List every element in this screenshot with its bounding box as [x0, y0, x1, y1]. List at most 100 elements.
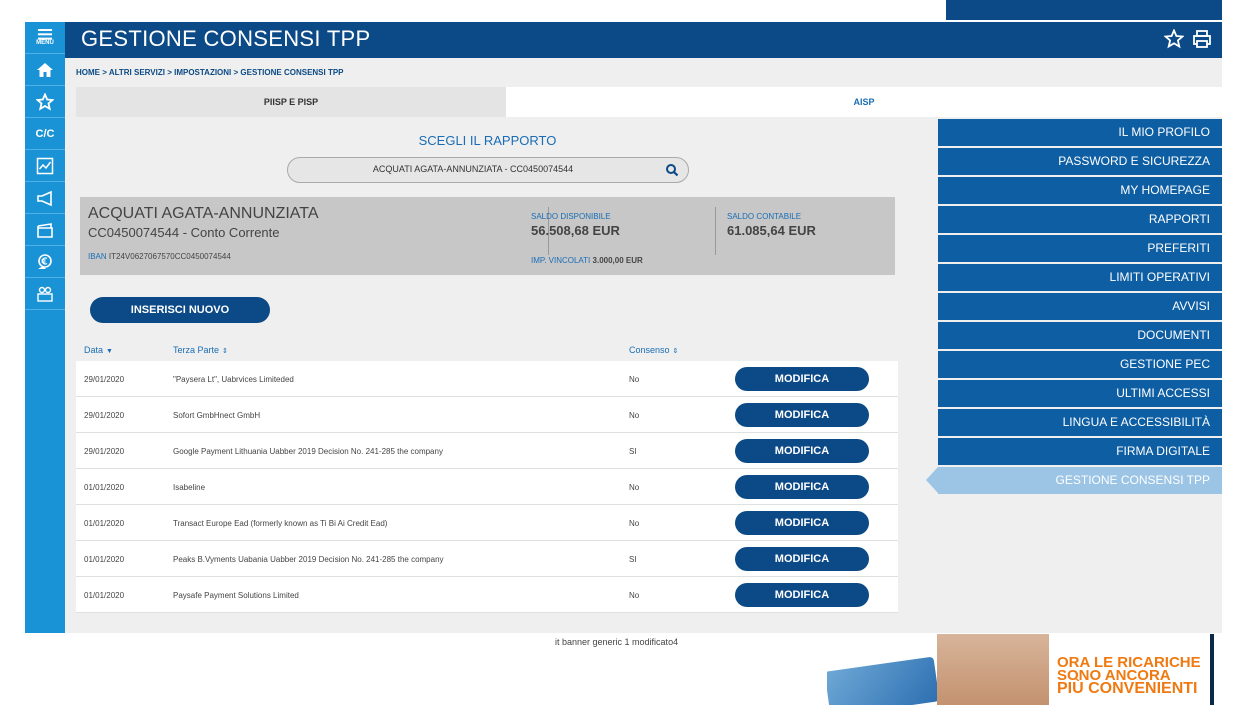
- table-row: 01/01/2020 Isabeline No MODIFICA: [76, 469, 898, 505]
- people-button[interactable]: [25, 278, 65, 310]
- chart-icon: [36, 157, 54, 174]
- row-date: 01/01/2020: [84, 591, 125, 600]
- saldo-contabile-value: 61.085,64 EUR: [727, 223, 816, 238]
- banner-alt-text: it banner generic 1 modificato4: [555, 637, 679, 647]
- account-name: ACQUATI AGATA-ANNUNZIATA: [88, 205, 319, 222]
- account-selector-value: ACQUATI AGATA-ANNUNZIATA - CC0450074544: [372, 164, 574, 174]
- menu-item-profilo[interactable]: IL MIO PROFILO: [938, 119, 1222, 146]
- row-date: 01/01/2020: [84, 555, 125, 564]
- folder-button[interactable]: [25, 214, 65, 246]
- modify-button[interactable]: MODIFICA: [735, 547, 869, 571]
- modify-button[interactable]: MODIFICA: [735, 475, 869, 499]
- menu-item-preferiti[interactable]: PREFERITI: [938, 235, 1222, 262]
- col-header-consent-label: Consenso: [629, 345, 670, 355]
- banner-headline: ORA LE RICARICHE SONO ANCORA PIÙ CONVENI…: [1057, 655, 1201, 697]
- divider: [715, 207, 716, 255]
- row-consent: No: [629, 411, 640, 420]
- page-header: GESTIONE CONSENSI TPP: [65, 22, 1222, 58]
- modify-button[interactable]: MODIFICA: [735, 511, 869, 535]
- table-row: 29/01/2020 Google Payment Lithuania Uabbe…: [76, 433, 898, 469]
- menu-item-firma[interactable]: FIRMA DIGITALE: [938, 438, 1222, 465]
- menu-item-avvisi[interactable]: AVVISI: [938, 293, 1222, 320]
- saldo-disponibile-label: SALDO DISPONIBILE: [531, 212, 611, 221]
- consents-table: 29/01/2020 "Paysera Lt", Uabrvices Limite…: [76, 361, 898, 613]
- page-title: GESTIONE CONSENSI TPP: [81, 26, 371, 51]
- modify-button[interactable]: MODIFICA: [735, 367, 869, 391]
- menu-item-consensi-tpp[interactable]: GESTIONE CONSENSI TPP: [926, 467, 1222, 494]
- breadcrumb[interactable]: HOME > ALTRI SERVIZI > IMPOSTAZIONI > GE…: [76, 68, 344, 77]
- menu-item-limiti[interactable]: LIMITI OPERATIVI: [938, 264, 1222, 291]
- row-consent: No: [629, 519, 640, 528]
- person-image: [937, 634, 1049, 705]
- iban-value: IT24V0627067570CC0450074544: [108, 252, 231, 261]
- menu-button[interactable]: MENU: [25, 22, 65, 54]
- menu-item-homepage[interactable]: MY HOMEPAGE: [938, 177, 1222, 204]
- banner-line-3: PIÙ CONVENIENTI: [1057, 680, 1198, 697]
- row-consent: No: [629, 483, 640, 492]
- selector-title: SCEGLI IL RAPPORTO: [418, 133, 557, 148]
- settings-menu: IL MIO PROFILO PASSWORD E SICUREZZA MY H…: [926, 119, 1222, 496]
- table-row: 01/01/2020 Paysafe Payment Solutions Limi…: [76, 577, 898, 613]
- search-icon[interactable]: [665, 163, 679, 177]
- table-row: 01/01/2020 Transact Europe Ead (formerly …: [76, 505, 898, 541]
- megaphone-icon: [37, 190, 52, 206]
- left-rail: MENU C/C: [25, 22, 65, 633]
- home-icon: [37, 62, 53, 77]
- star-icon[interactable]: [1164, 29, 1184, 49]
- col-header-date[interactable]: Data ▼: [84, 345, 113, 355]
- star-icon: [36, 92, 54, 111]
- tab-piisp-pisp[interactable]: PIISP E PISP: [76, 87, 506, 117]
- account-card: ACQUATI AGATA-ANNUNZIATA CC0450074544 - …: [80, 197, 895, 275]
- euro-button[interactable]: [25, 246, 65, 278]
- col-header-consent[interactable]: Consenso ⇕: [629, 345, 678, 355]
- card-image: [827, 656, 940, 705]
- euro-icon: [38, 253, 52, 269]
- modify-button[interactable]: MODIFICA: [735, 403, 869, 427]
- table-row: 29/01/2020 "Paysera Lt", Uabrvices Limite…: [76, 361, 898, 397]
- row-date: 01/01/2020: [84, 519, 125, 528]
- imp-vincolati: IMP. VINCOLATI 3.000,00 EUR: [531, 256, 643, 265]
- promo-banner[interactable]: ORA LE RICARICHE SONO ANCORA PIÙ CONVENI…: [827, 634, 1222, 705]
- menu-item-lingua[interactable]: LINGUA E ACCESSIBILITÀ: [938, 409, 1222, 436]
- menu-item-documenti[interactable]: DOCUMENTI: [938, 322, 1222, 349]
- menu-item-accessi[interactable]: ULTIMI ACCESSI: [938, 380, 1222, 407]
- tab-aisp[interactable]: AISP: [506, 87, 1222, 117]
- row-consent: SI: [629, 555, 637, 564]
- row-party: Sofort GmbHnect GmbH: [173, 411, 261, 420]
- table-row: 01/01/2020 Peaks B.Vyments Uabania Uabber…: [76, 541, 898, 577]
- row-party: Transact Europe Ead (formerly known as T…: [173, 519, 388, 528]
- row-party: Google Payment Lithuania Uabber 2019 Dec…: [173, 447, 443, 456]
- modify-button[interactable]: MODIFICA: [735, 439, 869, 463]
- row-party: Isabeline: [173, 483, 206, 492]
- row-date: 29/01/2020: [84, 411, 125, 420]
- banner-edge: [1210, 634, 1214, 705]
- sort-icon: ⇕: [672, 348, 679, 355]
- row-party: "Paysera Lt", Uabrvices Limiteded: [173, 375, 294, 384]
- row-party: Paysafe Payment Solutions Limited: [173, 591, 299, 600]
- print-icon[interactable]: [1192, 29, 1212, 49]
- vincolati-value: 3.000,00 EUR: [592, 256, 643, 265]
- row-consent: No: [629, 375, 640, 384]
- saldo-disponibile-value: 56.508,68 EUR: [531, 223, 620, 238]
- favorites-button[interactable]: [25, 86, 65, 118]
- menu-item-rapporti[interactable]: RAPPORTI: [938, 206, 1222, 233]
- row-date: 29/01/2020: [84, 447, 125, 456]
- insert-new-button[interactable]: INSERISCI NUOVO: [90, 297, 270, 323]
- row-date: 01/01/2020: [84, 483, 125, 492]
- megaphone-button[interactable]: [25, 182, 65, 214]
- saldo-disponibile: SALDO DISPONIBILE 56.508,68 EUR: [531, 212, 620, 238]
- people-icon: [37, 286, 53, 302]
- top-strip: [946, 0, 1222, 20]
- account-number: CC0450074544 - Conto Corrente: [88, 225, 280, 240]
- menu-item-password[interactable]: PASSWORD E SICUREZZA: [938, 148, 1222, 175]
- chart-button[interactable]: [25, 150, 65, 182]
- saldo-contabile: SALDO CONTABILE 61.085,64 EUR: [727, 212, 816, 238]
- modify-button[interactable]: MODIFICA: [735, 583, 869, 607]
- menu-label: MENU: [36, 40, 54, 46]
- col-header-party[interactable]: Terza Parte ⇕: [173, 345, 228, 355]
- home-button[interactable]: [25, 54, 65, 86]
- menu-item-pec[interactable]: GESTIONE PEC: [938, 351, 1222, 378]
- account-selector[interactable]: ACQUATI AGATA-ANNUNZIATA - CC0450074544: [287, 157, 689, 183]
- row-date: 29/01/2020: [84, 375, 125, 384]
- sort-down-icon: ▼: [106, 348, 113, 355]
